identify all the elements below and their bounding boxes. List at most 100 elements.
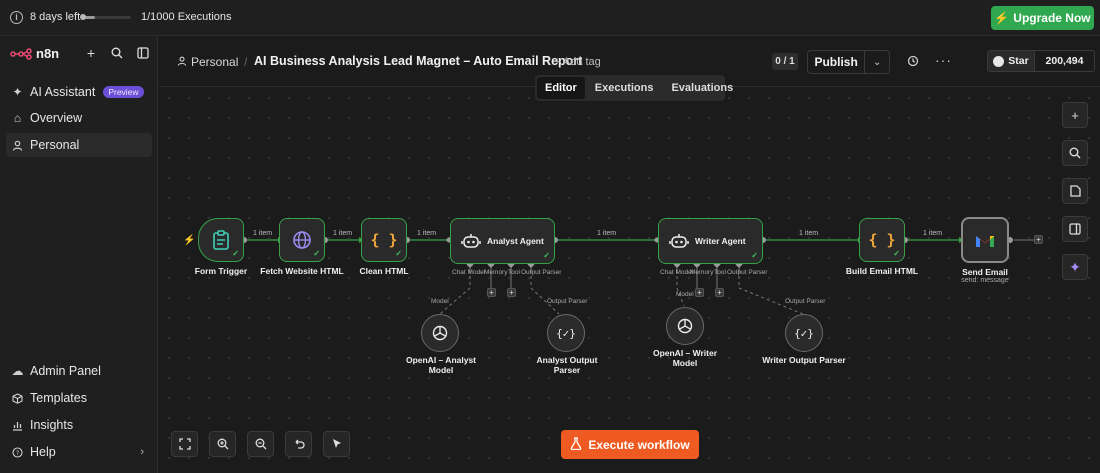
tab-evaluations[interactable]: Evaluations	[663, 77, 741, 99]
workflow-canvas[interactable]: 1 item 1 item 1 item 1 item 1 item 1 ite…	[159, 88, 1100, 473]
node-label: Form Trigger	[194, 266, 248, 276]
edge-label: 1 item	[799, 230, 819, 237]
port-label-tool: Tool	[508, 269, 520, 276]
sidebar: n8n + ✦ AI Assistant Preview ⌂ Overview …	[0, 37, 158, 473]
sidebar-item-label: AI Assistant	[30, 85, 96, 99]
panel-toggle-icon[interactable]	[136, 46, 150, 60]
n8n-logo-icon	[10, 47, 32, 60]
github-star-button[interactable]: Star	[988, 51, 1035, 71]
zoom-in-button[interactable]	[209, 431, 236, 457]
executions-count: 1/1000 Executions	[141, 11, 232, 23]
cursor-mode-button[interactable]	[323, 431, 350, 457]
node-writer-output-parser[interactable]: {✓}	[785, 314, 823, 352]
n8n-logo[interactable]: n8n	[10, 46, 59, 61]
workflow-title[interactable]: AI Business Analysis Lead Magnet – Auto …	[254, 54, 582, 68]
port-label-chat-model: Chat Model	[660, 269, 694, 276]
publish-button-group: Publish ⌄	[807, 50, 890, 74]
success-check-icon: ✓	[751, 251, 758, 260]
openai-icon	[432, 325, 448, 341]
port-label-output-parser: Output Parser	[521, 269, 562, 276]
view-tabs: Editor Executions Evaluations	[535, 75, 733, 101]
search-icon	[1069, 147, 1081, 159]
port-label-memory: Memory	[690, 269, 714, 276]
sparkle-icon: ✦	[12, 85, 23, 99]
fit-view-button[interactable]	[171, 431, 198, 457]
ai-assistant-button[interactable]: ✦	[1062, 254, 1088, 280]
node-label: OpenAI – Writer Model	[652, 348, 718, 368]
fit-view-icon	[178, 438, 191, 450]
zoom-in-icon	[217, 438, 228, 450]
tab-editor[interactable]: Editor	[537, 77, 585, 99]
chart-icon	[11, 419, 24, 432]
zoom-out-icon	[255, 438, 266, 450]
pointer-icon	[332, 439, 341, 448]
flask-icon	[570, 436, 582, 453]
sidebar-item-label: Overview	[30, 111, 83, 125]
code-braces-icon: { }	[868, 231, 896, 249]
node-label: Fetch Website HTML	[260, 266, 344, 276]
add-tool-button[interactable]: +	[715, 288, 724, 297]
robot-icon	[461, 234, 481, 248]
edge-label: 1 item	[923, 230, 943, 237]
help-icon: ?	[11, 446, 24, 459]
globe-icon	[293, 231, 311, 249]
node-writer-agent[interactable]: Writer Agent ✓	[658, 218, 763, 264]
robot-icon	[669, 234, 689, 248]
home-icon: ⌂	[13, 111, 22, 125]
plus-icon[interactable]: +	[84, 45, 98, 61]
sidebar-item-personal[interactable]: Personal	[6, 133, 152, 157]
node-label: Writer Agent	[695, 236, 746, 246]
sidebar-item-ai-assistant[interactable]: ✦ AI Assistant Preview	[6, 80, 152, 104]
success-check-icon: ✓	[232, 249, 239, 258]
add-next-node-button[interactable]: +	[1034, 235, 1043, 244]
sticky-note-button[interactable]	[1062, 178, 1088, 204]
zoom-out-button[interactable]	[247, 431, 274, 457]
success-check-icon: ✓	[893, 249, 900, 258]
node-fetch-website-html[interactable]: ✓	[279, 218, 325, 262]
node-clean-html[interactable]: { } ✓	[361, 218, 407, 262]
undo-icon	[295, 439, 305, 449]
history-icon[interactable]	[907, 55, 919, 70]
sidebar-item-label: Insights	[30, 418, 74, 432]
sidebar-item-label: Templates	[30, 391, 87, 405]
gmail-icon	[976, 235, 994, 247]
node-form-trigger[interactable]: ✓	[198, 218, 244, 262]
undo-button[interactable]	[285, 431, 312, 457]
node-openai-analyst-model[interactable]	[421, 314, 459, 352]
node-analyst-agent[interactable]: Analyst Agent ✓	[450, 218, 555, 264]
sidebar-item-templates[interactable]: Templates	[6, 386, 152, 410]
sidebar-item-help[interactable]: ? Help ›	[6, 440, 152, 464]
execute-workflow-button[interactable]: Execute workflow	[561, 430, 699, 459]
tab-executions[interactable]: Executions	[587, 77, 662, 99]
publish-button[interactable]: Publish	[808, 51, 866, 73]
breadcrumb-personal[interactable]: Personal	[177, 55, 238, 69]
add-memory-button[interactable]: +	[487, 288, 496, 297]
github-star-widget[interactable]: Star 200,494	[987, 50, 1095, 72]
trial-banner: i 8 days left 1/1000 Executions ⚡ Upgrad…	[0, 0, 1100, 36]
search-icon[interactable]	[110, 46, 124, 60]
add-node-button[interactable]: +	[1062, 102, 1088, 128]
node-send-email[interactable]	[961, 217, 1009, 263]
sidebar-item-admin-panel[interactable]: ☁ Admin Panel	[6, 359, 152, 383]
port-label-output-parser: Output Parser	[727, 269, 768, 276]
more-options-icon[interactable]: ···	[935, 52, 952, 68]
node-label: Clean HTML	[359, 266, 409, 276]
node-analyst-output-parser[interactable]: {✓}	[547, 314, 585, 352]
add-tool-button[interactable]: +	[507, 288, 516, 297]
add-memory-button[interactable]: +	[695, 288, 704, 297]
sidebar-item-overview[interactable]: ⌂ Overview	[6, 106, 152, 130]
toggle-panel-button[interactable]	[1062, 216, 1088, 242]
node-build-email-html[interactable]: { } ✓	[859, 218, 905, 262]
add-tag-button[interactable]: + Add tag	[554, 56, 601, 68]
upgrade-now-button[interactable]: ⚡ Upgrade Now	[991, 6, 1094, 30]
node-openai-writer-model[interactable]	[666, 307, 704, 345]
sidebar-item-label: Help	[30, 445, 56, 459]
sidebar-item-insights[interactable]: Insights	[6, 413, 152, 437]
edge-label-output-parser: Output Parser	[785, 298, 826, 305]
panel-icon	[1069, 223, 1081, 235]
search-nodes-button[interactable]	[1062, 140, 1088, 166]
progress-dot-icon	[80, 14, 86, 20]
chevron-down-icon[interactable]: ⌄	[865, 57, 889, 68]
port-label-tool: Tool	[714, 269, 726, 276]
openai-icon	[677, 318, 693, 334]
